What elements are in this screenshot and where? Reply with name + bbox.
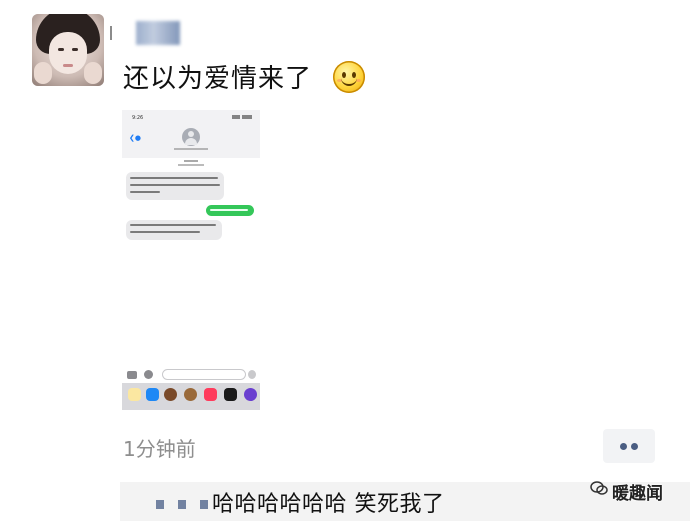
- message-meta-line: [178, 164, 204, 166]
- post-timestamp: 1分钟前: [123, 437, 196, 461]
- smiley-mouth: [341, 78, 357, 86]
- message-text-line: [130, 191, 160, 193]
- wechat-logo-icon: [590, 481, 608, 495]
- music-app-icon: [204, 388, 217, 401]
- contact-avatar-icon: [182, 128, 200, 146]
- more-apps-icon: [244, 388, 257, 401]
- like-comment-button[interactable]: [603, 429, 655, 463]
- message-text-line: [130, 177, 218, 179]
- apps-icon: [144, 370, 153, 379]
- appstore-app-icon: [146, 388, 159, 401]
- dot-icon: [631, 443, 638, 450]
- mic-icon: [248, 370, 256, 379]
- post-image-thumbnail[interactable]: 9:26 ❮●: [122, 110, 260, 410]
- photos-app-icon: [128, 388, 141, 401]
- status-bar-time: 9:26: [132, 115, 144, 121]
- heart-app-icon: [224, 388, 237, 401]
- message-text-line: [130, 184, 220, 186]
- commenter-name-redacted[interactable]: [156, 500, 164, 509]
- message-meta-line: [184, 160, 198, 162]
- avatar-hand: [34, 62, 52, 84]
- comment-text: 哈哈哈哈哈哈 笑死我了: [212, 492, 445, 517]
- avatar-hand: [84, 62, 102, 84]
- message-text-line: [130, 231, 200, 233]
- avatar-mouth: [63, 64, 73, 67]
- avatar-eye: [72, 48, 78, 51]
- commenter-name-redacted[interactable]: [178, 500, 186, 509]
- incoming-message-bubble: [126, 220, 222, 240]
- user-avatar[interactable]: [32, 14, 104, 86]
- commenter-name-redacted[interactable]: [200, 500, 208, 509]
- dot-icon: [620, 443, 627, 450]
- username-fragment: [110, 26, 112, 40]
- post-text: 还以为爱情来了: [123, 64, 313, 94]
- avatar-eye: [58, 48, 64, 51]
- message-text-line: [210, 209, 248, 211]
- memoji-icon: [184, 388, 197, 401]
- imessage-input-field: [162, 369, 246, 380]
- camera-icon: [127, 371, 137, 379]
- avatar-face: [49, 32, 87, 74]
- back-chevron-icon: ❮●: [129, 134, 141, 142]
- message-text-line: [130, 224, 216, 226]
- contact-name-blurred: [174, 148, 208, 150]
- memoji-icon: [164, 388, 177, 401]
- smiley-face-icon: [333, 61, 365, 93]
- watermark-text: 暖趣闻: [612, 484, 663, 504]
- status-bar-icons: [232, 115, 252, 119]
- username-redacted[interactable]: [136, 21, 180, 45]
